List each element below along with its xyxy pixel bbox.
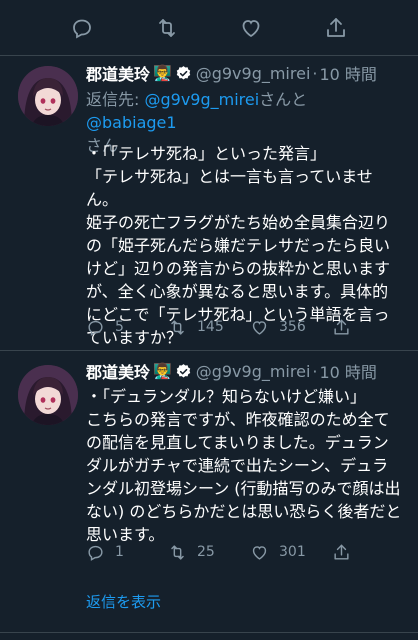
reply-count: 1 — [115, 544, 124, 560]
reply-icon — [86, 543, 105, 562]
avatar[interactable] — [18, 365, 78, 425]
timestamp[interactable]: 10 時間 — [319, 359, 376, 383]
share-button[interactable] — [332, 543, 362, 562]
verified-badge-icon — [175, 363, 192, 380]
retweet-button[interactable]: 25 — [168, 543, 250, 562]
teacher-emoji: 👨‍🏫 — [153, 362, 172, 380]
show-replies-link[interactable]: 返信を表示 — [86, 591, 161, 612]
retweet-icon — [168, 543, 187, 562]
tweet-header: 郡道美玲 👨‍🏫 @g9v9g_mirei · 10 時間 — [86, 359, 408, 383]
tweet[interactable]: 郡道美玲 👨‍🏫 @g9v9g_mirei · 10 時間 ・「デュランダル？知… — [0, 0, 418, 640]
retweet-count: 25 — [197, 544, 215, 560]
author-name[interactable]: 郡道美玲 — [86, 359, 150, 383]
like-icon — [250, 543, 269, 562]
separator-dot: · — [312, 361, 318, 381]
tweet-action-bar: 1 25 301 — [86, 541, 386, 563]
divider — [0, 632, 418, 633]
author-handle[interactable]: @g9v9g_mirei — [196, 362, 311, 381]
like-button[interactable]: 301 — [250, 543, 332, 562]
share-icon — [332, 543, 351, 562]
tweet-text: ・「デュランダル？知らないけど嫌い」 こちらの発言ですが、昨夜確認のため全ての配… — [86, 387, 402, 544]
reply-button[interactable]: 1 — [86, 543, 168, 562]
like-count: 301 — [279, 544, 306, 560]
